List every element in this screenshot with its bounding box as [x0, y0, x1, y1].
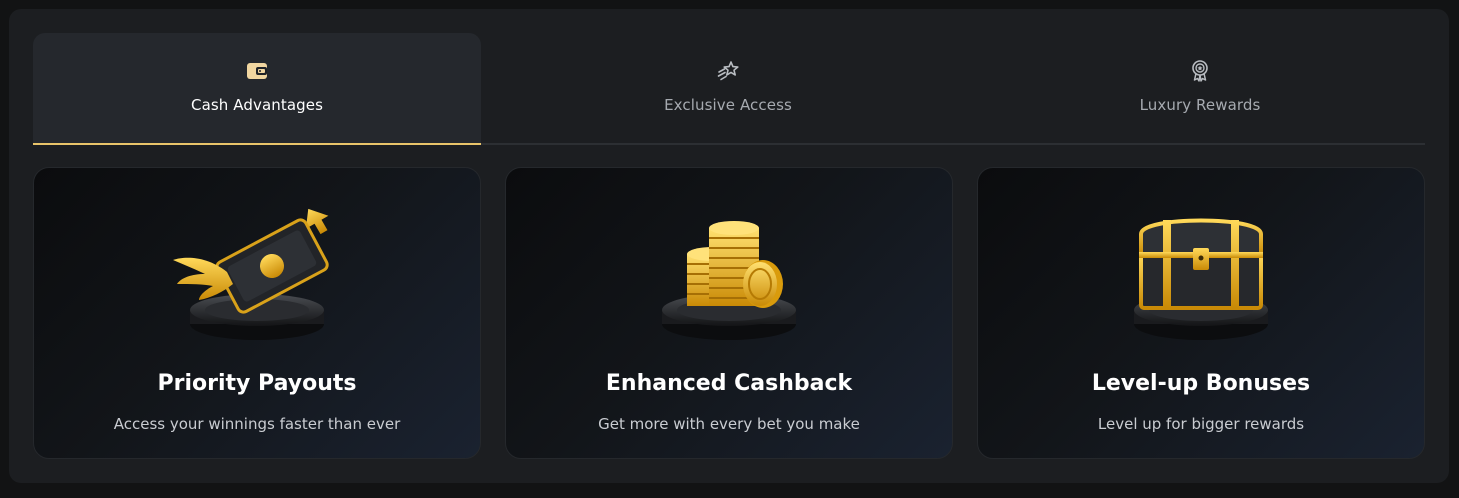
tab-cash-advantages[interactable]: Cash Advantages: [33, 33, 481, 145]
advantages-panel: Cash Advantages Exclusive Access Luxury …: [9, 9, 1449, 483]
tab-label: Luxury Rewards: [1139, 96, 1261, 114]
wallet-icon: [247, 63, 267, 79]
card-subtitle: Access your winnings faster than ever: [113, 415, 401, 433]
tab-bar: Cash Advantages Exclusive Access Luxury …: [33, 33, 1425, 145]
tab-label: Cash Advantages: [191, 96, 323, 114]
tab-luxury-rewards[interactable]: Luxury Rewards: [975, 33, 1425, 143]
card-title: Level-up Bonuses: [1091, 371, 1311, 396]
card-title: Enhanced Cashback: [605, 371, 853, 396]
gold-coins-icon: [662, 221, 796, 340]
card-title: Priority Payouts: [157, 371, 357, 396]
treasure-chest-icon: [1134, 218, 1268, 340]
shooting-star-icon: [717, 61, 739, 81]
winged-cash-icon: [173, 208, 329, 340]
tab-exclusive-access[interactable]: Exclusive Access: [481, 33, 975, 143]
card-level-up-bonuses: Level-up Bonuses Level up for bigger rew…: [977, 167, 1425, 459]
card-enhanced-cashback: Enhanced Cashback Get more with every be…: [505, 167, 953, 459]
card-priority-payouts: Priority Payouts Access your winnings fa…: [33, 167, 481, 459]
benefit-cards: Priority Payouts Access your winnings fa…: [33, 167, 1425, 459]
award-badge-icon: [1192, 60, 1208, 82]
card-subtitle: Get more with every bet you make: [598, 415, 860, 433]
tab-label: Exclusive Access: [664, 96, 792, 114]
card-subtitle: Level up for bigger rewards: [1097, 415, 1305, 433]
